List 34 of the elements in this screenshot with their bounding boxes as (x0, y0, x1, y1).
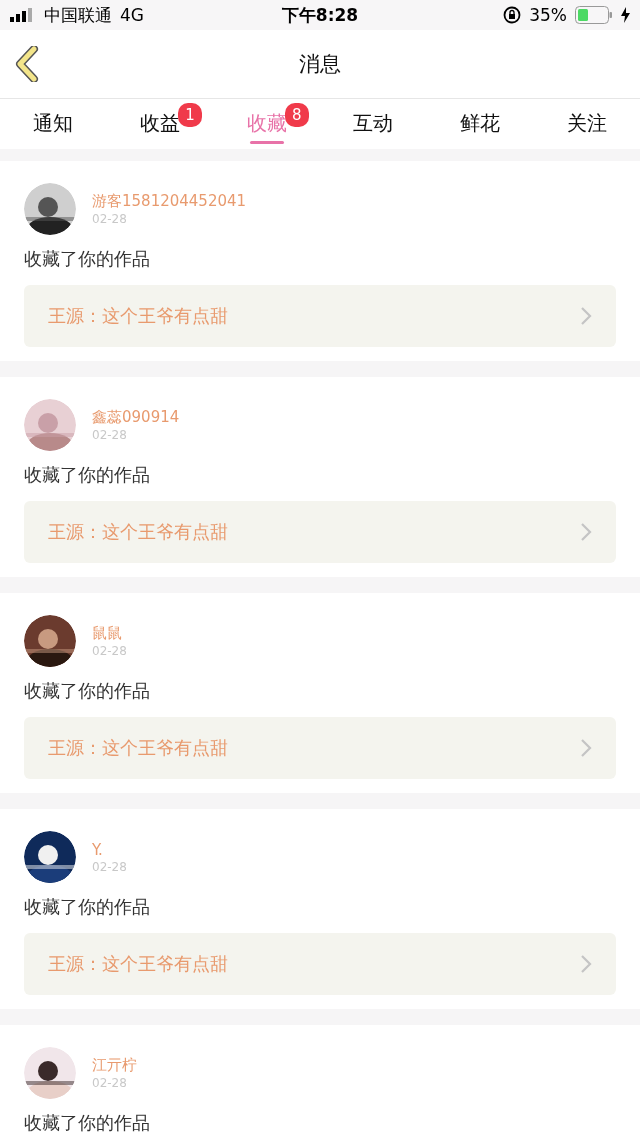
message-text: 收藏了你的作品 (24, 1111, 151, 1135)
tab[interactable]: 鲜花 (460, 104, 500, 137)
chevron-right-icon (580, 954, 592, 974)
message-text: 收藏了你的作品 (24, 679, 151, 703)
message-text: 收藏了你的作品 (24, 463, 151, 487)
rotation-lock-icon (503, 6, 522, 24)
carrier-name: 中国联通 (44, 3, 112, 27)
user-name[interactable]: 鼠鼠 (92, 624, 127, 643)
page-title: 消息 (299, 51, 341, 78)
tab[interactable]: 互动 (353, 104, 394, 137)
work-link[interactable]: 王源：这个王爷有点甜 (24, 501, 616, 563)
chevron-right-icon (580, 522, 592, 542)
user-name[interactable]: 江亓柠 (92, 1056, 137, 1075)
user-name[interactable]: 鑫蕊090914 (92, 408, 180, 427)
chevron-right-icon (580, 738, 592, 758)
user-name[interactable]: Y. (92, 840, 127, 859)
count-badge: 1 (178, 103, 202, 127)
work-link[interactable]: 王源：这个王爷有点甜 (24, 717, 616, 779)
chevron-right-icon (580, 306, 592, 326)
user-name[interactable]: 游客1581204452041 (92, 192, 247, 211)
message-text: 收藏了你的作品 (24, 247, 151, 271)
work-link[interactable]: 王源：这个王爷有点甜 (24, 285, 616, 347)
clock: 下午8:28 (281, 3, 359, 27)
tab[interactable]: 通知 (33, 104, 74, 137)
tab[interactable]: 关注 (566, 104, 607, 137)
message-text: 收藏了你的作品 (24, 895, 151, 919)
tab[interactable]: 收藏 (246, 104, 287, 137)
charging-icon (621, 7, 630, 23)
battery-percent: 35% (529, 5, 567, 25)
work-link[interactable]: 王源：这个王爷有点甜 (24, 933, 616, 995)
battery-icon (575, 6, 613, 24)
network-type: 4G (120, 5, 144, 25)
tab[interactable]: 收益 (140, 104, 180, 137)
count-badge: 8 (284, 103, 309, 127)
